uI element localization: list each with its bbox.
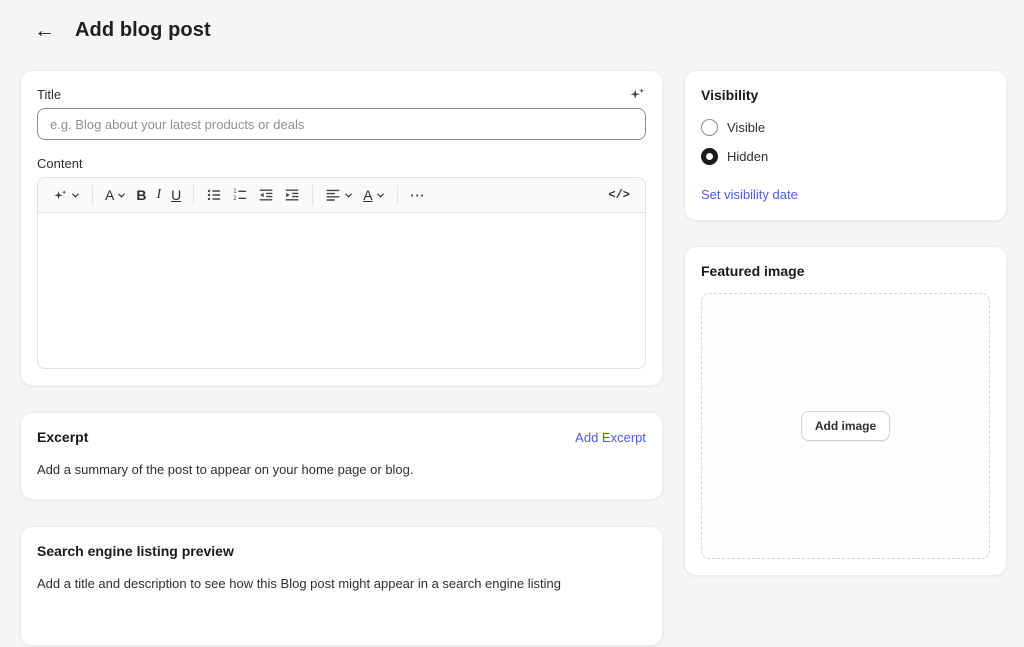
back-button[interactable]: ←: [30, 18, 59, 43]
align-left-icon: [325, 187, 341, 203]
svg-text:2: 2: [234, 196, 238, 202]
outdent-icon: [258, 187, 274, 203]
numbered-list-button[interactable]: 1 2: [227, 183, 253, 207]
set-visibility-date-link[interactable]: Set visibility date: [701, 187, 798, 202]
ellipsis-icon: ⋯: [410, 186, 426, 204]
chevron-down-icon: [376, 191, 385, 200]
toolbar-divider: [193, 185, 194, 205]
visibility-heading: Visibility: [701, 87, 990, 103]
radio-label: Hidden: [727, 149, 768, 164]
page-header: ← Add blog post: [0, 0, 1024, 44]
featured-image-heading: Featured image: [701, 263, 990, 279]
visibility-options: Visible Hidden: [701, 119, 990, 165]
radio-option-visible[interactable]: Visible: [701, 119, 990, 136]
underline-button[interactable]: U: [166, 184, 186, 206]
numbered-list-icon: 1 2: [232, 187, 248, 203]
chevron-down-icon: [117, 191, 126, 200]
toolbar-divider: [312, 185, 313, 205]
visibility-card: Visibility Visible Hidden Set visibility…: [684, 70, 1007, 221]
bullet-list-icon: [206, 187, 222, 203]
seo-heading: Search engine listing preview: [37, 543, 646, 559]
radio-label: Visible: [727, 120, 765, 135]
excerpt-heading: Excerpt: [37, 429, 88, 445]
ai-generate-button[interactable]: [627, 84, 648, 108]
main-column: Title Content: [20, 70, 663, 646]
code-view-button[interactable]: </>: [603, 184, 635, 206]
rich-text-toolbar: A B I U: [37, 177, 646, 213]
seo-description: Add a title and description to see how t…: [37, 575, 646, 593]
bullet-list-button[interactable]: [201, 183, 227, 207]
page-title: Add blog post: [75, 19, 211, 42]
content-label: Content: [37, 156, 646, 171]
title-label: Title: [37, 87, 646, 102]
image-dropzone[interactable]: Add image: [701, 293, 990, 559]
toolbar-divider: [397, 185, 398, 205]
outdent-button[interactable]: [253, 183, 279, 207]
seo-preview-card: Search engine listing preview Add a titl…: [20, 526, 663, 646]
page-layout: Title Content: [0, 70, 1024, 646]
title-content-card: Title Content: [20, 70, 663, 386]
text-color-button[interactable]: A: [358, 184, 389, 206]
featured-image-card: Featured image Add image: [684, 246, 1007, 576]
more-options-button[interactable]: ⋯: [405, 182, 431, 208]
svg-text:1: 1: [234, 189, 238, 195]
excerpt-description: Add a summary of the post to appear on y…: [37, 461, 646, 479]
content-editor[interactable]: [37, 213, 646, 369]
indent-button[interactable]: [279, 183, 305, 207]
text-align-button[interactable]: [320, 183, 358, 207]
ai-magic-button[interactable]: [48, 184, 85, 207]
radio-button[interactable]: [701, 119, 718, 136]
italic-button[interactable]: I: [151, 184, 166, 206]
toolbar-divider: [92, 185, 93, 205]
font-style-button[interactable]: A: [100, 184, 131, 206]
radio-option-hidden[interactable]: Hidden: [701, 148, 990, 165]
chevron-down-icon: [344, 191, 353, 200]
title-input[interactable]: [37, 108, 646, 140]
code-icon: </>: [608, 188, 630, 202]
add-image-button[interactable]: Add image: [801, 411, 890, 441]
radio-button[interactable]: [701, 148, 718, 165]
bold-button[interactable]: B: [131, 184, 151, 206]
indent-icon: [284, 187, 300, 203]
add-excerpt-link[interactable]: Add Excerpt: [575, 430, 646, 445]
sparkle-icon: [53, 188, 68, 203]
sparkle-icon: [629, 91, 646, 106]
sidebar-column: Visibility Visible Hidden Set visibility…: [684, 70, 1007, 576]
chevron-down-icon: [71, 191, 80, 200]
excerpt-card: Excerpt Add Excerpt Add a summary of the…: [20, 412, 663, 500]
